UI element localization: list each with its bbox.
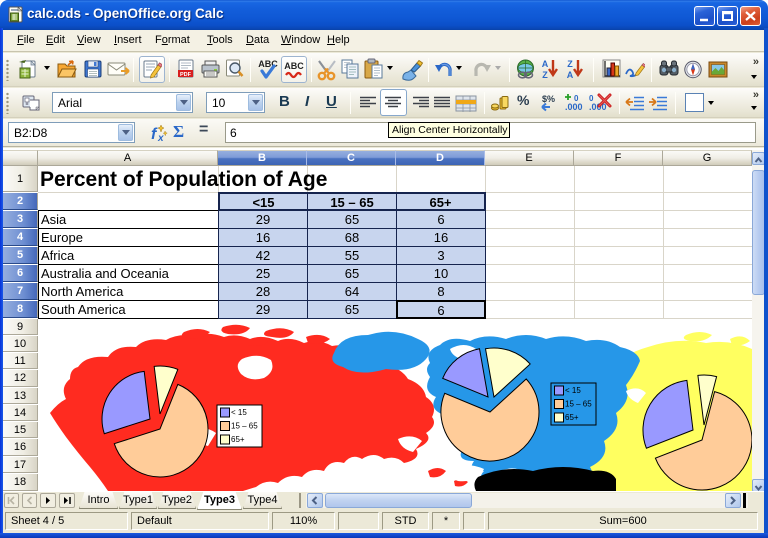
svg-text:x: x	[157, 133, 164, 143]
svg-text:ABC: ABC	[258, 59, 278, 69]
svg-text:Z: Z	[542, 70, 548, 80]
svg-text:ABC: ABC	[284, 61, 304, 71]
svg-text:PDF: PDF	[180, 72, 192, 78]
svg-text:15 – 65: 15 – 65	[231, 422, 258, 431]
svg-text:< 15: < 15	[231, 408, 247, 417]
svg-text:Z: Z	[567, 59, 573, 69]
svg-text:< 15: < 15	[565, 386, 581, 395]
svg-text:f: f	[151, 126, 158, 143]
svg-text:A: A	[567, 70, 574, 80]
svg-text:65+: 65+	[231, 435, 245, 444]
svg-text:.000: .000	[565, 102, 583, 112]
svg-text:65+: 65+	[565, 413, 579, 422]
svg-text:%: %	[547, 94, 555, 104]
svg-text:.000: .000	[589, 102, 607, 112]
svg-text:A: A	[542, 59, 549, 69]
svg-text:15 – 65: 15 – 65	[565, 400, 592, 409]
